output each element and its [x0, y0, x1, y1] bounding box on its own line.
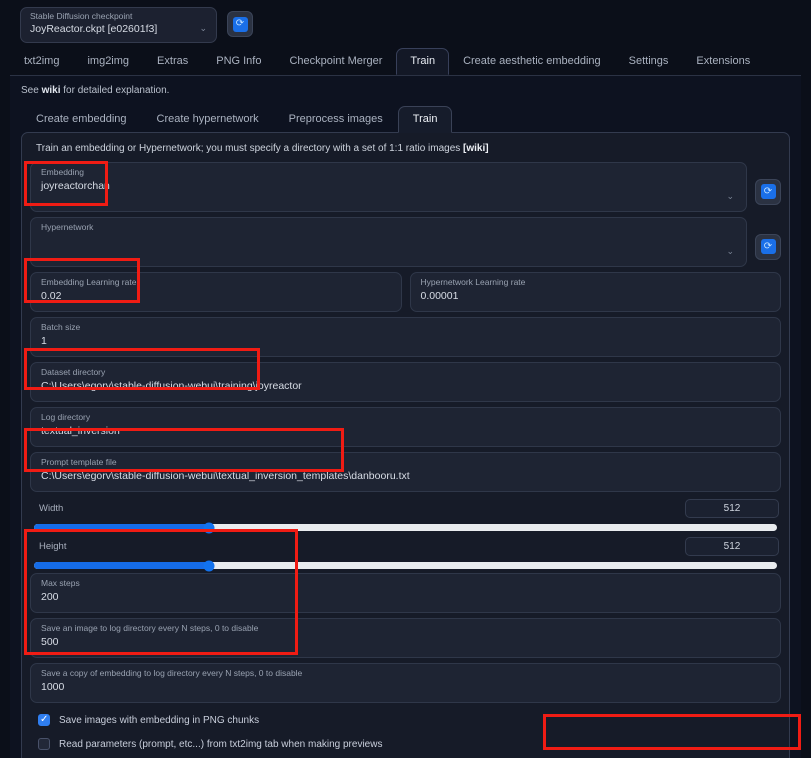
chevron-down-icon: ⌄ — [199, 23, 207, 33]
form-description: Train an embedding or Hypernetwork; you … — [30, 141, 781, 162]
embedding-row: Embedding joyreactorchan ⌄ ⟳ — [30, 162, 781, 217]
main-tab-bar: txt2img img2img Extras PNG Info Checkpoi… — [0, 43, 811, 75]
dataset-directory-value: C:\Users\egorv\stable-diffusion-webui\tr… — [41, 380, 302, 392]
refresh-embeddings-button[interactable]: ⟳ — [755, 178, 781, 205]
save-embedding-steps-label: Save a copy of embedding to log director… — [41, 668, 303, 678]
width-slider-fill — [34, 524, 209, 531]
height-label: Height — [39, 541, 67, 552]
save-embedding-steps-input[interactable]: Save a copy of embedding to log director… — [30, 663, 781, 703]
tab-extras[interactable]: Extras — [143, 48, 202, 75]
height-slider-knob[interactable] — [203, 560, 215, 571]
save-image-steps-input[interactable]: Save an image to log directory every N s… — [30, 618, 781, 658]
refresh-icon: ⟳ — [232, 16, 248, 32]
subtab-train[interactable]: Train — [397, 106, 453, 133]
max-steps-label: Max steps — [41, 578, 80, 588]
chevron-down-icon: ⌄ — [726, 246, 734, 256]
save-embedding-steps-value: 1000 — [41, 681, 65, 693]
checkbox-icon[interactable] — [38, 713, 50, 727]
form-description-wiki-link[interactable]: [wiki] — [463, 143, 489, 154]
width-slider-header: Width 512 — [30, 499, 781, 518]
dataset-directory-label: Dataset directory — [41, 367, 106, 377]
subtab-create-hypernetwork[interactable]: Create hypernetwork — [142, 106, 274, 133]
log-directory-label: Log directory — [41, 412, 91, 422]
form-description-text: Train an embedding or Hypernetwork; you … — [36, 143, 464, 154]
save-images-png-chunks-label: Save images with embedding in PNG chunks — [59, 714, 260, 726]
refresh-hypernetworks-button[interactable]: ⟳ — [755, 233, 781, 260]
height-value[interactable]: 512 — [685, 537, 779, 556]
refresh-icon: ⟳ — [760, 184, 776, 199]
tab-train[interactable]: Train — [396, 48, 450, 75]
tab-checkpoint-merger[interactable]: Checkpoint Merger — [275, 48, 396, 75]
subtab-create-embedding[interactable]: Create embedding — [21, 106, 142, 133]
tab-create-aesthetic-embedding[interactable]: Create aesthetic embedding — [449, 48, 615, 75]
embedding-dropdown[interactable]: Embedding joyreactorchan ⌄ — [30, 162, 747, 212]
width-slider[interactable]: Width 512 — [30, 497, 781, 533]
hypernetwork-row: Hypernetwork ⌄ ⟳ — [30, 217, 781, 272]
sub-tab-section: Create embedding Create hypernetwork Pre… — [10, 106, 801, 758]
hypernetwork-label: Hypernetwork — [41, 222, 94, 232]
width-slider-track[interactable] — [34, 522, 777, 533]
wiki-hint-suffix: for detailed explanation. — [60, 85, 170, 96]
save-images-png-chunks-checkbox[interactable]: Save images with embedding in PNG chunks — [30, 708, 781, 732]
tab-txt2img[interactable]: txt2img — [10, 48, 73, 75]
refresh-checkpoints-button[interactable]: ⟳ — [227, 11, 253, 37]
save-image-steps-label: Save an image to log directory every N s… — [41, 623, 259, 633]
checkpoint-label: Stable Diffusion checkpoint — [30, 11, 133, 21]
height-slider-track[interactable] — [34, 560, 777, 571]
tab-img2img[interactable]: img2img — [73, 48, 143, 75]
prompt-template-file-value: C:\Users\egorv\stable-diffusion-webui\te… — [41, 470, 410, 482]
read-parameters-checkbox[interactable]: Read parameters (prompt, etc...) from tx… — [30, 732, 781, 756]
save-image-steps-value: 500 — [41, 636, 59, 648]
embedding-learning-rate-value: 0.02 — [41, 290, 62, 302]
checkbox-icon[interactable] — [38, 738, 50, 750]
chevron-down-icon: ⌄ — [726, 191, 734, 201]
width-value[interactable]: 512 — [685, 499, 779, 518]
tab-extensions[interactable]: Extensions — [682, 48, 764, 75]
max-steps-input[interactable]: Max steps 200 — [30, 573, 781, 613]
width-label: Width — [39, 503, 64, 514]
width-slider-knob[interactable] — [203, 522, 215, 533]
prompt-template-file-input[interactable]: Prompt template file C:\Users\egorv\stab… — [30, 452, 781, 492]
wiki-link[interactable]: wiki — [42, 85, 61, 96]
hypernetwork-learning-rate-label: Hypernetwork Learning rate — [420, 277, 526, 287]
batch-size-label: Batch size — [41, 322, 81, 332]
hypernetwork-learning-rate-input[interactable]: Hypernetwork Learning rate 0.00001 — [409, 272, 781, 312]
hypernetwork-dropdown[interactable]: Hypernetwork ⌄ — [30, 217, 747, 267]
read-parameters-label: Read parameters (prompt, etc...) from tx… — [59, 738, 383, 750]
embedding-label: Embedding — [41, 167, 85, 177]
wiki-hint-prefix: See — [21, 85, 42, 96]
checkpoint-row: Stable Diffusion checkpoint JoyReactor.c… — [0, 0, 811, 43]
checkpoint-dropdown[interactable]: Stable Diffusion checkpoint JoyReactor.c… — [20, 7, 217, 43]
height-slider-header: Height 512 — [30, 537, 781, 556]
prompt-template-file-label: Prompt template file — [41, 457, 117, 467]
log-directory-input[interactable]: Log directory textual_inversion — [30, 407, 781, 447]
learning-rate-row: Embedding Learning rate 0.02 Hypernetwor… — [30, 272, 781, 317]
train-panel: See wiki for detailed explanation. Creat… — [10, 76, 801, 758]
max-steps-value: 200 — [41, 591, 59, 603]
tab-png-info[interactable]: PNG Info — [202, 48, 275, 75]
log-directory-value: textual_inversion — [41, 425, 120, 437]
refresh-icon: ⟳ — [760, 239, 776, 254]
embedding-learning-rate-input[interactable]: Embedding Learning rate 0.02 — [30, 272, 402, 312]
height-slider-fill — [34, 562, 209, 569]
sub-tab-bar: Create embedding Create hypernetwork Pre… — [21, 106, 790, 133]
wiki-hint: See wiki for detailed explanation. — [10, 76, 801, 106]
hypernetwork-learning-rate-value: 0.00001 — [420, 290, 459, 302]
checkpoint-value: JoyReactor.ckpt [e02601f3] — [30, 23, 158, 35]
embedding-learning-rate-label: Embedding Learning rate — [41, 277, 137, 287]
webui-train-page: Stable Diffusion checkpoint JoyReactor.c… — [0, 0, 811, 758]
batch-size-input[interactable]: Batch size 1 — [30, 317, 781, 357]
batch-size-value: 1 — [41, 335, 47, 347]
subtab-preprocess-images[interactable]: Preprocess images — [274, 106, 398, 133]
train-form-card: Train an embedding or Hypernetwork; you … — [21, 132, 790, 758]
height-slider[interactable]: Height 512 — [30, 535, 781, 571]
embedding-value: joyreactorchan — [41, 180, 110, 192]
tab-settings[interactable]: Settings — [615, 48, 683, 75]
dataset-directory-input[interactable]: Dataset directory C:\Users\egorv\stable-… — [30, 362, 781, 402]
